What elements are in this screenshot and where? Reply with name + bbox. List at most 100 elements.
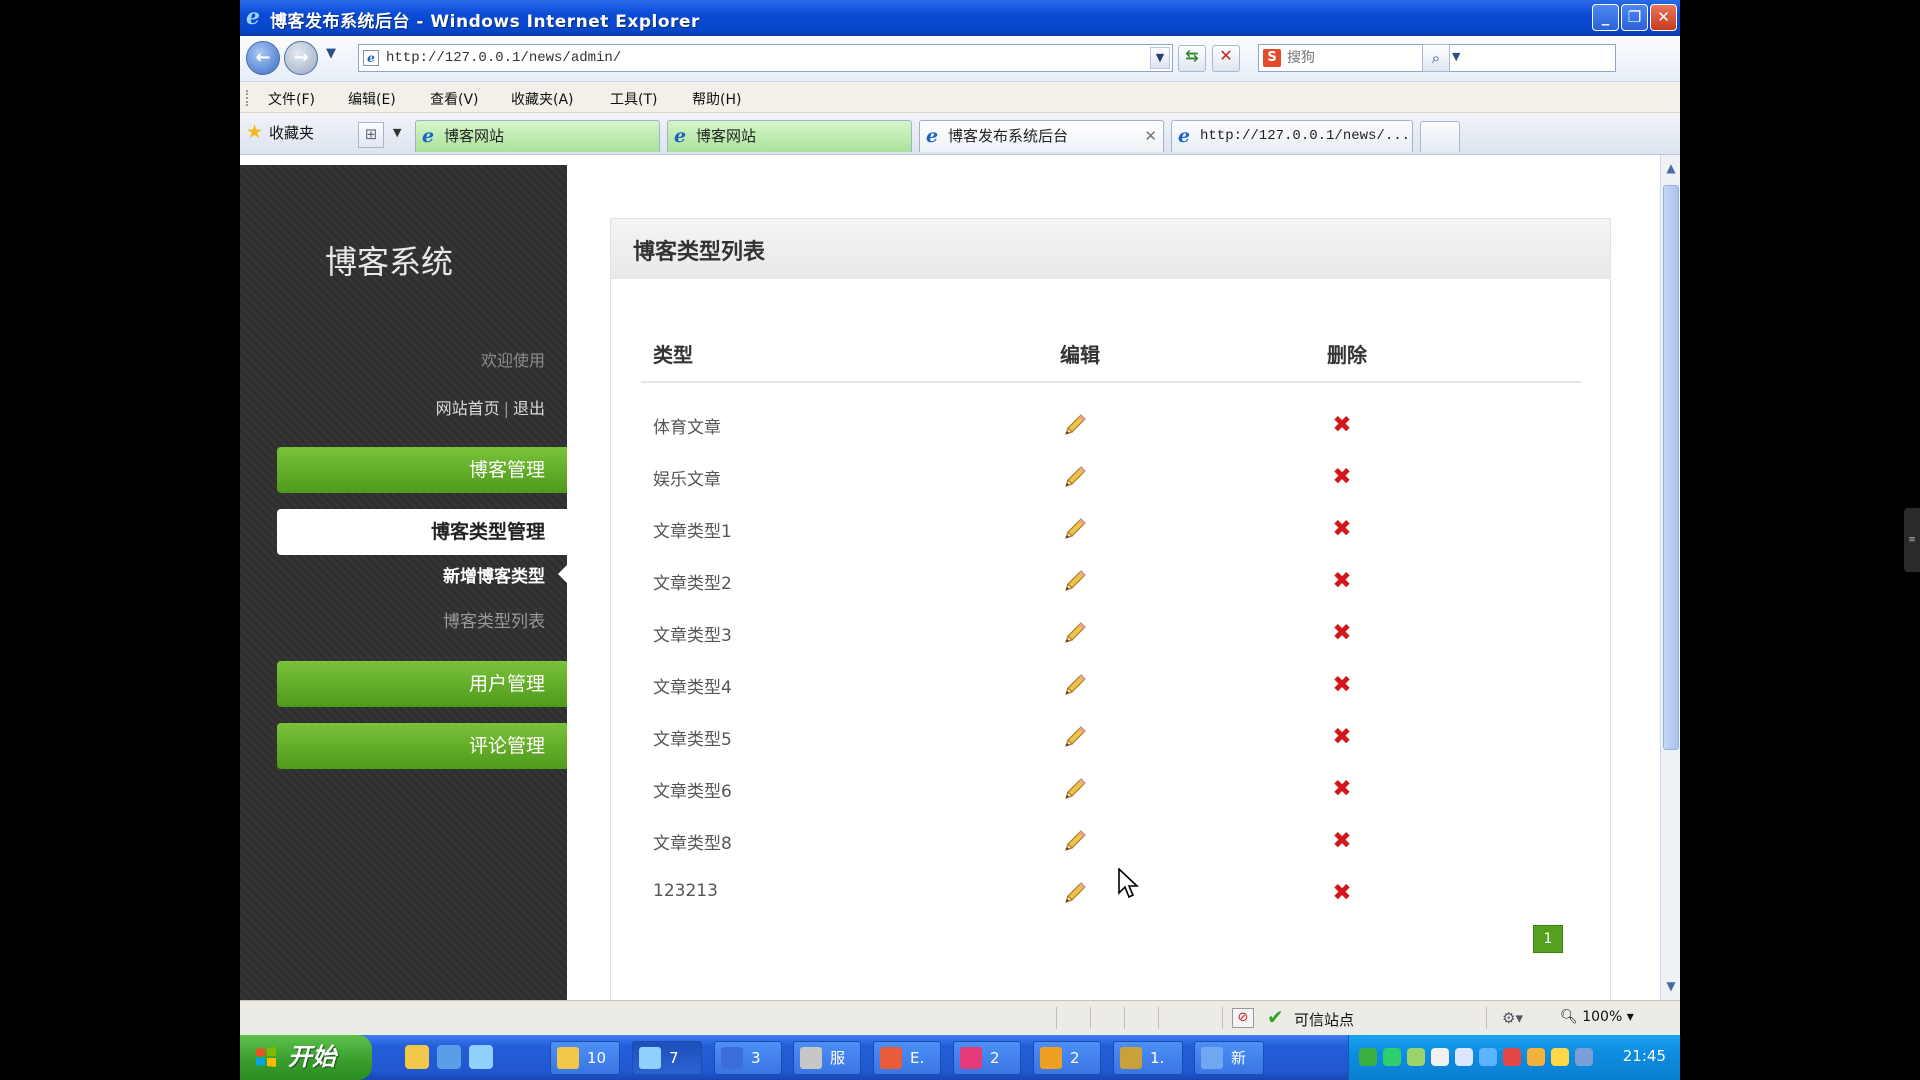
menu-comment-management[interactable]: 评论管理 — [277, 723, 567, 769]
menu-file[interactable]: 文件(F) — [268, 89, 315, 109]
address-field[interactable]: e http://127.0.0.1/news/admin/ ▼ — [358, 44, 1173, 72]
tray-app-icon[interactable] — [1575, 1048, 1593, 1066]
delete-x-icon[interactable]: ✖ — [1330, 673, 1354, 697]
refresh-button[interactable]: ⇆ — [1178, 45, 1206, 72]
tray-app-icon[interactable] — [1479, 1048, 1497, 1066]
address-dropdown-icon[interactable]: ▼ — [1150, 47, 1170, 69]
scroll-thumb[interactable] — [1663, 185, 1679, 750]
delete-x-icon[interactable]: ✖ — [1330, 569, 1354, 593]
taskbar-button[interactable]: 7 — [632, 1041, 702, 1075]
edit-pencil-icon[interactable] — [1060, 566, 1090, 596]
forward-button[interactable]: → — [284, 41, 318, 75]
delete-x-icon[interactable]: ✖ — [1330, 829, 1354, 853]
taskbar-button[interactable]: 3 — [714, 1041, 782, 1075]
start-button[interactable]: 开始 — [240, 1035, 372, 1080]
tray-app-icon[interactable] — [1407, 1048, 1425, 1066]
menu-blog-type-management[interactable]: 博客类型管理 — [277, 509, 567, 555]
stop-button[interactable]: ✕ — [1212, 45, 1240, 72]
delete-x-icon[interactable]: ✖ — [1330, 777, 1354, 801]
panel-title: 博客类型列表 — [633, 240, 766, 265]
taskbar-button[interactable]: E. — [873, 1041, 941, 1075]
edit-pencil-icon[interactable] — [1060, 462, 1090, 492]
tray-qq-icon[interactable] — [1527, 1048, 1545, 1066]
minimize-button[interactable]: _ — [1592, 4, 1619, 31]
delete-x-icon[interactable]: ✖ — [1330, 881, 1354, 905]
delete-x-icon[interactable]: ✖ — [1330, 413, 1354, 437]
tab-blog-site-1[interactable]: e 博客网站 — [415, 120, 660, 152]
tray-play-icon[interactable] — [1383, 1048, 1401, 1066]
taskbar-button[interactable]: 2 — [1033, 1041, 1101, 1075]
menu-bar: 文件(F) 编辑(E) 查看(V) 收藏夹(A) 工具(T) 帮助(H) — [240, 82, 1680, 113]
tab-blog-admin[interactable]: e 博客发布系统后台 ✕ — [919, 120, 1164, 152]
close-button[interactable]: ✕ — [1650, 4, 1677, 31]
vertical-scrollbar[interactable]: ▲ ▼ — [1660, 155, 1680, 1000]
quicklaunch-app-icon[interactable] — [437, 1045, 461, 1069]
fw-icon — [1120, 1047, 1142, 1069]
edit-pencil-icon[interactable] — [1060, 878, 1090, 908]
refresh-icon: ⇆ — [1185, 46, 1199, 65]
menu-blog-management[interactable]: 博客管理 — [277, 447, 567, 493]
delete-x-icon[interactable]: ✖ — [1330, 465, 1354, 489]
scroll-down-icon[interactable]: ▼ — [1663, 977, 1679, 995]
taskbar-button[interactable]: 10 — [550, 1041, 620, 1075]
menu-user-management[interactable]: 用户管理 — [277, 661, 567, 707]
new-tab-button[interactable] — [1420, 121, 1460, 152]
tab-news-url[interactable]: e http://127.0.0.1/news/... — [1171, 120, 1413, 152]
tray-app-icon[interactable] — [1359, 1048, 1377, 1066]
delete-x-icon[interactable]: ✖ — [1330, 517, 1354, 541]
menu-edit[interactable]: 编辑(E) — [348, 89, 396, 109]
zoom-level[interactable]: 🔍︎ 100% ▾ — [1560, 1009, 1634, 1025]
quick-tabs-button[interactable]: ⊞ — [358, 122, 384, 148]
edit-pencil-icon[interactable] — [1060, 618, 1090, 648]
type-name-cell: 文章类型5 — [653, 730, 732, 750]
pagination-page-1[interactable]: 1 — [1533, 925, 1563, 953]
url-text[interactable]: http://127.0.0.1/news/admin/ — [386, 50, 621, 66]
edit-pencil-icon[interactable] — [1060, 514, 1090, 544]
taskbar-clock[interactable]: 21:45 — [1623, 1047, 1666, 1065]
search-button[interactable]: ⌕ — [1422, 44, 1450, 72]
menu-favorites[interactable]: 收藏夹(A) — [511, 89, 574, 109]
taskbar-button[interactable]: 2 — [953, 1041, 1021, 1075]
menu-help[interactable]: 帮助(H) — [692, 89, 741, 109]
edit-pencil-icon[interactable] — [1060, 774, 1090, 804]
tray-qq-icon[interactable] — [1503, 1048, 1521, 1066]
taskbar-button[interactable]: 1. — [1113, 1041, 1183, 1075]
history-dropdown-icon[interactable]: ▼ — [326, 46, 336, 61]
show-desktop-icon[interactable] — [405, 1045, 429, 1069]
tray-app-icon[interactable] — [1431, 1048, 1449, 1066]
menu-view[interactable]: 查看(V) — [430, 89, 479, 109]
side-dock-handle[interactable]: ≡ — [1904, 508, 1920, 572]
delete-x-icon[interactable]: ✖ — [1330, 621, 1354, 645]
submenu-blog-type-list[interactable]: 博客类型列表 — [443, 607, 545, 632]
submenu-add-blog-type[interactable]: 新增博客类型 — [443, 562, 545, 587]
logout-link[interactable]: 退出 — [513, 399, 545, 418]
tab-close-icon[interactable]: ✕ — [1144, 121, 1157, 151]
restore-button[interactable]: ❐ — [1621, 4, 1648, 31]
menu-tools[interactable]: 工具(T) — [610, 89, 657, 109]
favorites-button[interactable]: ★ 收藏夹 — [246, 121, 314, 147]
tab-list-dropdown-icon[interactable]: ▼ — [393, 126, 401, 139]
popup-blocked-icon[interactable]: ⊘ — [1232, 1008, 1254, 1028]
ie-page-icon: e — [674, 125, 687, 147]
home-link[interactable]: 网站首页 — [436, 399, 500, 418]
tray-network-icon[interactable] — [1455, 1048, 1473, 1066]
taskbar-button[interactable]: 新 — [1194, 1041, 1264, 1075]
edit-pencil-icon[interactable] — [1060, 670, 1090, 700]
taskbar-button[interactable]: 服 — [793, 1041, 861, 1075]
tray-shield-icon[interactable] — [1551, 1048, 1569, 1066]
scroll-up-icon[interactable]: ▲ — [1663, 159, 1679, 177]
edit-pencil-icon[interactable] — [1060, 410, 1090, 440]
windows-flag-icon — [256, 1047, 276, 1067]
back-button[interactable]: ← — [246, 41, 280, 75]
edit-pencil-icon[interactable] — [1060, 722, 1090, 752]
protected-mode-icon[interactable]: ⚙▾ — [1502, 1009, 1523, 1027]
security-zone-label[interactable]: 可信站点 — [1294, 1009, 1354, 1030]
edit-pencil-icon[interactable] — [1060, 826, 1090, 856]
status-bar: ⊘ ✔ 可信站点 ⚙▾ 🔍︎ 100% ▾ — [240, 1000, 1680, 1035]
quicklaunch-ie-icon[interactable] — [469, 1045, 493, 1069]
window-titlebar[interactable]: e 博客发布系统后台 - Windows Internet Explorer _… — [240, 0, 1680, 36]
tab-blog-site-2[interactable]: e 博客网站 — [667, 120, 912, 152]
delete-x-icon[interactable]: ✖ — [1330, 725, 1354, 749]
type-name-cell: 文章类型4 — [653, 678, 732, 698]
search-options-dropdown-icon[interactable]: ▼ — [1452, 50, 1460, 63]
